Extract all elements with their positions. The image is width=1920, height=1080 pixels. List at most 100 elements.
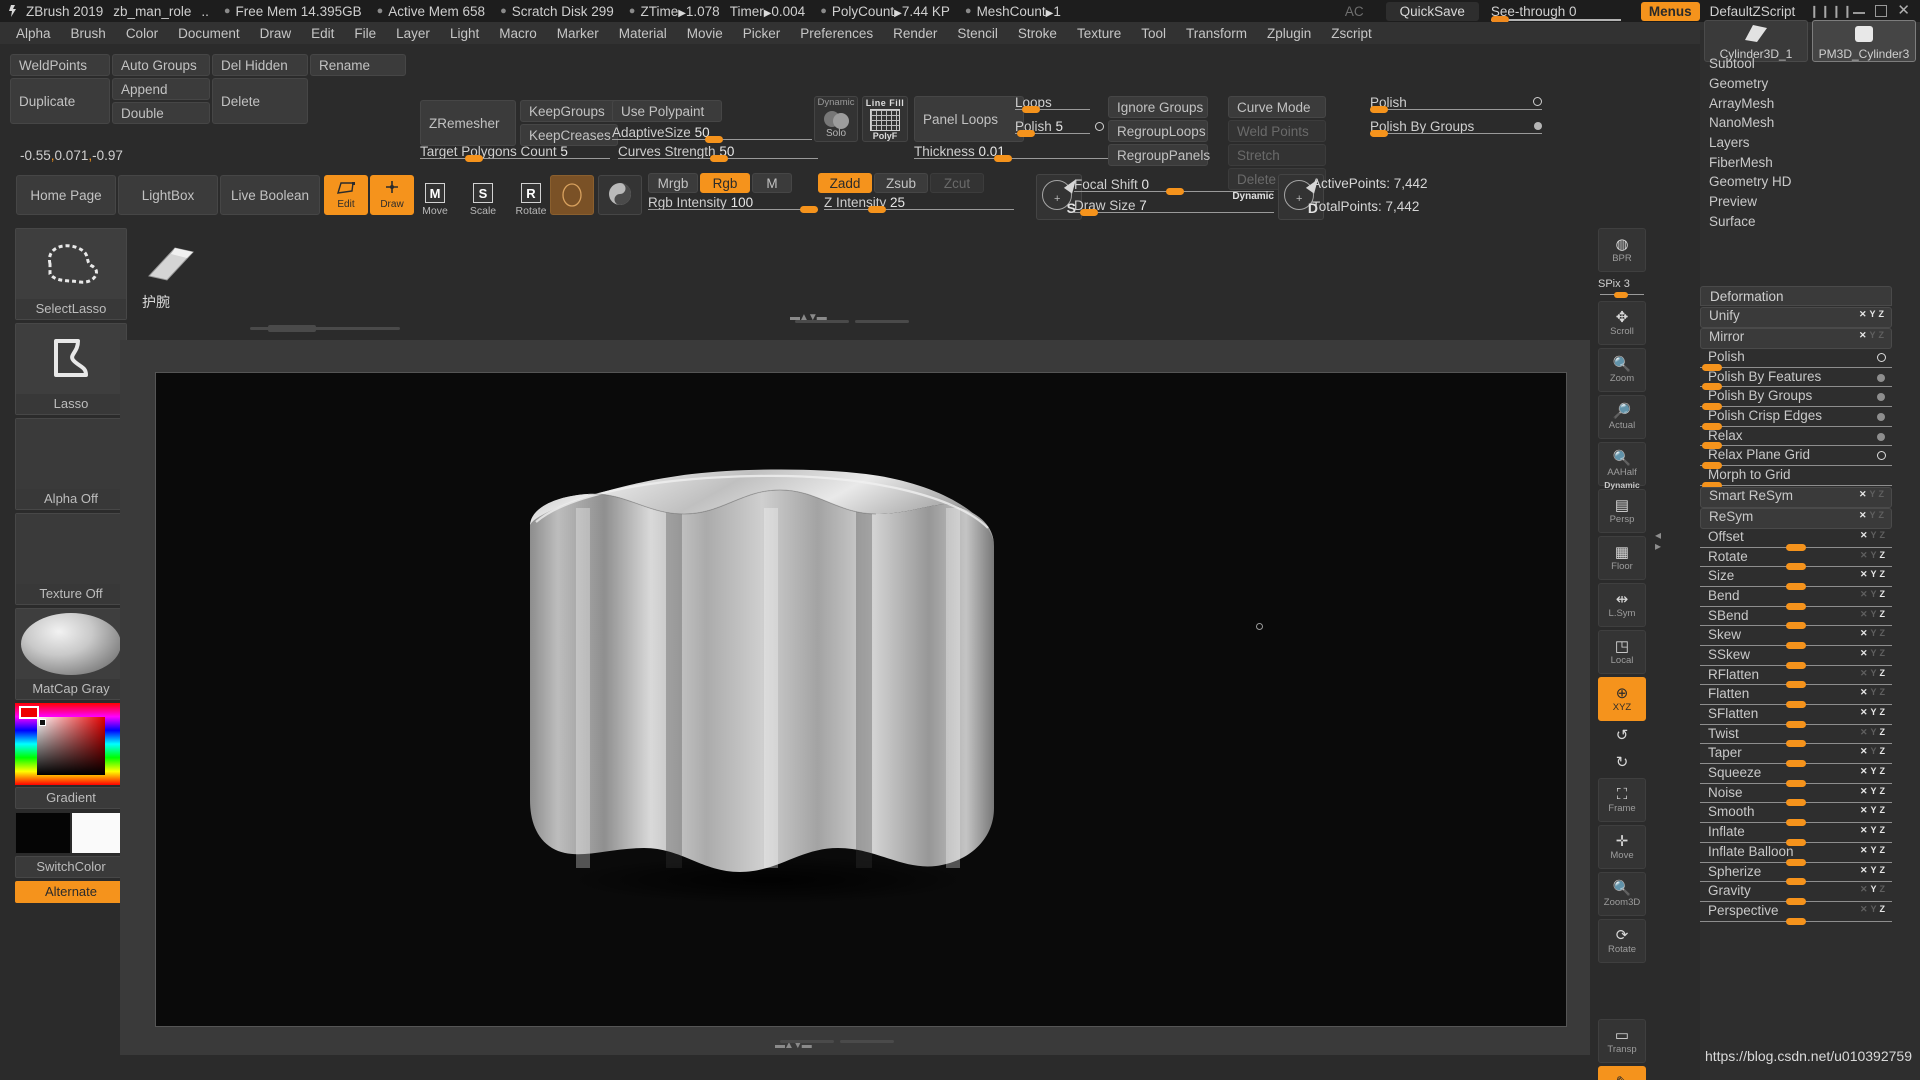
axis-x-toggle[interactable]: ✕	[1859, 309, 1870, 319]
axis-x-toggle[interactable]: ✕	[1859, 489, 1870, 499]
axis-z-toggle[interactable]: Z	[1880, 687, 1889, 697]
alternate-button[interactable]: Alternate	[15, 881, 127, 903]
spix-knob[interactable]	[1614, 292, 1628, 298]
axis-z-toggle[interactable]: Z	[1880, 707, 1889, 717]
axis-z-toggle[interactable]: Z	[1880, 884, 1889, 894]
axis-y-toggle[interactable]: Y	[1870, 845, 1879, 855]
axis-y-toggle[interactable]: Y	[1870, 746, 1879, 756]
axis-z-toggle[interactable]: Z	[1880, 786, 1889, 796]
axis-z-toggle[interactable]: Z	[1879, 309, 1888, 319]
deformation-row-polish[interactable]: Polish	[1700, 349, 1892, 371]
scale-mode-button[interactable]: S Scale	[466, 173, 500, 217]
deformation-axis-toggles[interactable]: ✕YZ	[1859, 510, 1887, 521]
axis-x-toggle[interactable]: ✕	[1860, 628, 1871, 638]
model-cylinder[interactable]	[516, 448, 1016, 948]
frame-button[interactable]: ⛶ Frame	[1598, 778, 1646, 822]
axis-z-toggle[interactable]: Z	[1880, 628, 1889, 638]
axis-z-toggle[interactable]: Z	[1880, 609, 1889, 619]
deformation-radio-ring-icon[interactable]	[1877, 451, 1886, 461]
menu-item-picker[interactable]: Picker	[733, 25, 791, 42]
deformation-row-rotate[interactable]: Rotate ✕YZ	[1700, 549, 1892, 571]
axis-y-toggle[interactable]: Y	[1870, 884, 1879, 894]
deformation-row-mirror[interactable]: Mirror ✕YZ	[1700, 328, 1892, 349]
deformation-radio-filled-icon[interactable]	[1877, 393, 1885, 402]
deformation-row-offset[interactable]: Offset ✕YZ	[1700, 529, 1892, 551]
draw-mode-button[interactable]: Draw	[370, 175, 414, 215]
menu-item-zscript[interactable]: Zscript	[1321, 25, 1382, 42]
menus-toggle-button[interactable]: Menus	[1640, 1, 1700, 21]
rotate-nav-button[interactable]: ⟳ Rotate	[1598, 919, 1646, 963]
switch-color-button[interactable]: SwitchColor	[15, 856, 127, 878]
deformation-axis-toggles[interactable]: ✕YZ	[1860, 786, 1888, 797]
active-brush-rail-button[interactable]: ✎	[1598, 1066, 1646, 1080]
deformation-row-inflate-balloon[interactable]: Inflate Balloon ✕YZ	[1700, 844, 1892, 866]
zoom-button[interactable]: 🔍 Zoom	[1598, 348, 1646, 392]
axis-y-toggle[interactable]: Y	[1870, 805, 1879, 815]
minimize-icon[interactable]	[1853, 12, 1866, 14]
axis-z-toggle[interactable]: Z	[1880, 805, 1889, 815]
axis-x-toggle[interactable]: ✕	[1860, 648, 1871, 658]
menu-item-edit[interactable]: Edit	[301, 25, 344, 42]
focal-shift-slider[interactable]: Focal Shift 0	[1074, 178, 1274, 195]
axis-z-toggle[interactable]: Z	[1879, 510, 1888, 520]
color-picker[interactable]	[15, 703, 127, 785]
duplicate-button[interactable]: Duplicate	[10, 78, 110, 124]
deformation-axis-toggles[interactable]: ✕YZ	[1859, 489, 1887, 500]
primary-secondary-colors[interactable]	[15, 812, 127, 854]
polish-shelf-slider[interactable]: Polish 5	[1015, 120, 1104, 137]
menu-item-layer[interactable]: Layer	[386, 25, 440, 42]
canvas-nub-a[interactable]	[795, 320, 849, 323]
axis-x-toggle[interactable]: ✕	[1860, 825, 1871, 835]
auto-groups-button[interactable]: Auto Groups	[112, 54, 210, 76]
z-intensity-knob[interactable]	[868, 206, 886, 213]
lsym-button[interactable]: ⇹ L.Sym	[1598, 583, 1646, 627]
quicksave-button[interactable]: QuickSave	[1385, 1, 1479, 21]
use-polypaint-button[interactable]: Use Polypaint	[612, 100, 722, 122]
canvas-bottom-nub-a[interactable]	[780, 1040, 834, 1043]
axis-x-toggle[interactable]: ✕	[1860, 589, 1871, 599]
axis-z-toggle[interactable]: Z	[1880, 845, 1889, 855]
section-fibermesh[interactable]: FiberMesh	[1700, 152, 1892, 172]
axis-z-toggle[interactable]: Z	[1880, 727, 1889, 737]
axis-x-toggle[interactable]: ✕	[1860, 904, 1871, 914]
curves-strength-knob[interactable]	[710, 155, 728, 162]
axis-y-toggle[interactable]: Y	[1870, 668, 1879, 678]
deformation-row-relax[interactable]: Relax	[1700, 428, 1892, 450]
axis-x-toggle[interactable]: ✕	[1860, 865, 1871, 875]
section-geometry-hd[interactable]: Geometry HD	[1700, 172, 1892, 192]
axis-x-toggle[interactable]: ✕	[1860, 786, 1871, 796]
polish-shelf-dot-icon[interactable]	[1095, 122, 1104, 131]
axis-z-toggle[interactable]: Z	[1879, 489, 1888, 499]
axis-x-toggle[interactable]: ✕	[1860, 668, 1871, 678]
zadd-button[interactable]: Zadd	[818, 173, 872, 193]
axis-y-toggle[interactable]: Y	[1870, 904, 1879, 914]
mrgb-button[interactable]: Mrgb	[648, 173, 698, 193]
axis-z-toggle[interactable]: Z	[1880, 550, 1889, 560]
draw-size-knob[interactable]	[1080, 209, 1098, 216]
axis-y-toggle[interactable]: Y	[1870, 628, 1879, 638]
axis-z-toggle[interactable]: Z	[1880, 865, 1889, 875]
deformation-axis-toggles[interactable]: ✕YZ	[1860, 865, 1888, 876]
axis-x-toggle[interactable]: ✕	[1859, 330, 1870, 340]
deformation-row-smart-resym[interactable]: Smart ReSym ✕YZ	[1700, 486, 1892, 508]
deformation-row-resym[interactable]: ReSym ✕YZ	[1700, 507, 1892, 529]
menu-item-preferences[interactable]: Preferences	[790, 25, 883, 42]
axis-x-toggle[interactable]: ✕	[1860, 530, 1871, 540]
menu-item-light[interactable]: Light	[440, 25, 489, 42]
rgb-intensity-knob[interactable]	[800, 206, 818, 213]
menu-item-stencil[interactable]: Stencil	[947, 25, 1008, 42]
window-controls[interactable]: ✕	[1853, 3, 1910, 18]
see-through-slider[interactable]: See-through 0	[1490, 4, 1631, 23]
menu-item-texture[interactable]: Texture	[1067, 25, 1131, 42]
deformation-row-unify[interactable]: Unify ✕YZ	[1700, 307, 1892, 328]
deformation-radio-filled-icon[interactable]	[1877, 373, 1885, 382]
menu-item-stroke[interactable]: Stroke	[1008, 25, 1067, 42]
deformation-axis-toggles[interactable]: ✕YZ	[1860, 825, 1888, 836]
menu-item-render[interactable]: Render	[883, 25, 947, 42]
deformation-axis-toggles[interactable]: ✕YZ	[1860, 648, 1888, 659]
deformation-row-spherize[interactable]: Spherize ✕YZ	[1700, 864, 1892, 886]
keepgroups-button[interactable]: KeepGroups	[520, 100, 618, 122]
persp-button[interactable]: Dynamic ▤ Persp	[1598, 480, 1646, 533]
deformation-axis-toggles[interactable]: ✕YZ	[1860, 707, 1888, 718]
tool-thumb-cylinder3d[interactable]: Cylinder3D_1	[1704, 20, 1808, 62]
